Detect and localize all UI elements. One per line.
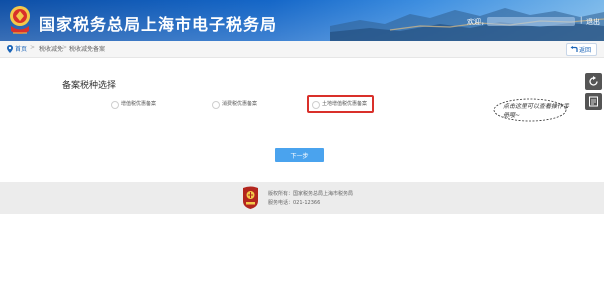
section-title: 备案税种选择 — [62, 81, 117, 91]
welcome-text: 欢迎， — [467, 18, 488, 26]
breadcrumb: 首页 > 税收减免 > 税收减免备案 返回 — [0, 41, 604, 58]
site-footer: 版权所有：国家税务总局上海市税务局 服务电话：021-12366 — [0, 182, 604, 214]
return-arrow-icon — [570, 46, 578, 52]
option-label: 消费税优惠备案 — [222, 101, 258, 107]
logout-link[interactable]: 退出 — [586, 17, 600, 27]
radio-button[interactable] — [111, 101, 119, 109]
refresh-icon — [589, 76, 598, 86]
site-header: 国家税务总局上海市电子税务局 欢迎， | 退出 — [0, 0, 604, 41]
redacted-user-info — [487, 17, 575, 26]
breadcrumb-home[interactable]: 首页 — [15, 44, 27, 53]
document-icon — [589, 96, 598, 107]
side-toolbar — [585, 73, 604, 113]
next-step-button[interactable]: 下一步 — [275, 148, 324, 162]
callout-text: 点击这里可以查看操作手册哦~ — [503, 103, 570, 119]
refresh-button[interactable] — [585, 73, 602, 90]
tax-emblem-icon — [10, 6, 30, 34]
footer-service-phone: 服务电话：021-12366 — [268, 200, 321, 206]
breadcrumb-current: 税收减免备案 — [69, 46, 106, 53]
highlight-annotation — [307, 95, 374, 113]
back-button-label: 返回 — [579, 47, 592, 54]
location-pin-icon — [7, 45, 13, 53]
back-button[interactable]: 返回 — [566, 43, 597, 56]
option-label: 增值税优惠备案 — [121, 101, 157, 107]
breadcrumb-separator: > — [62, 44, 68, 51]
site-title: 国家税务总局上海市电子税务局 — [39, 15, 278, 34]
radio-button[interactable] — [212, 101, 220, 109]
manual-button[interactable] — [585, 93, 602, 110]
breadcrumb-tax-relief[interactable]: 税收减免 — [39, 44, 63, 53]
breadcrumb-separator: > — [30, 44, 36, 51]
tax-bureau-logo-icon — [243, 186, 258, 209]
header-separator: | — [580, 16, 583, 24]
footer-copyright: 版权所有：国家税务总局上海市税务局 — [268, 191, 354, 197]
